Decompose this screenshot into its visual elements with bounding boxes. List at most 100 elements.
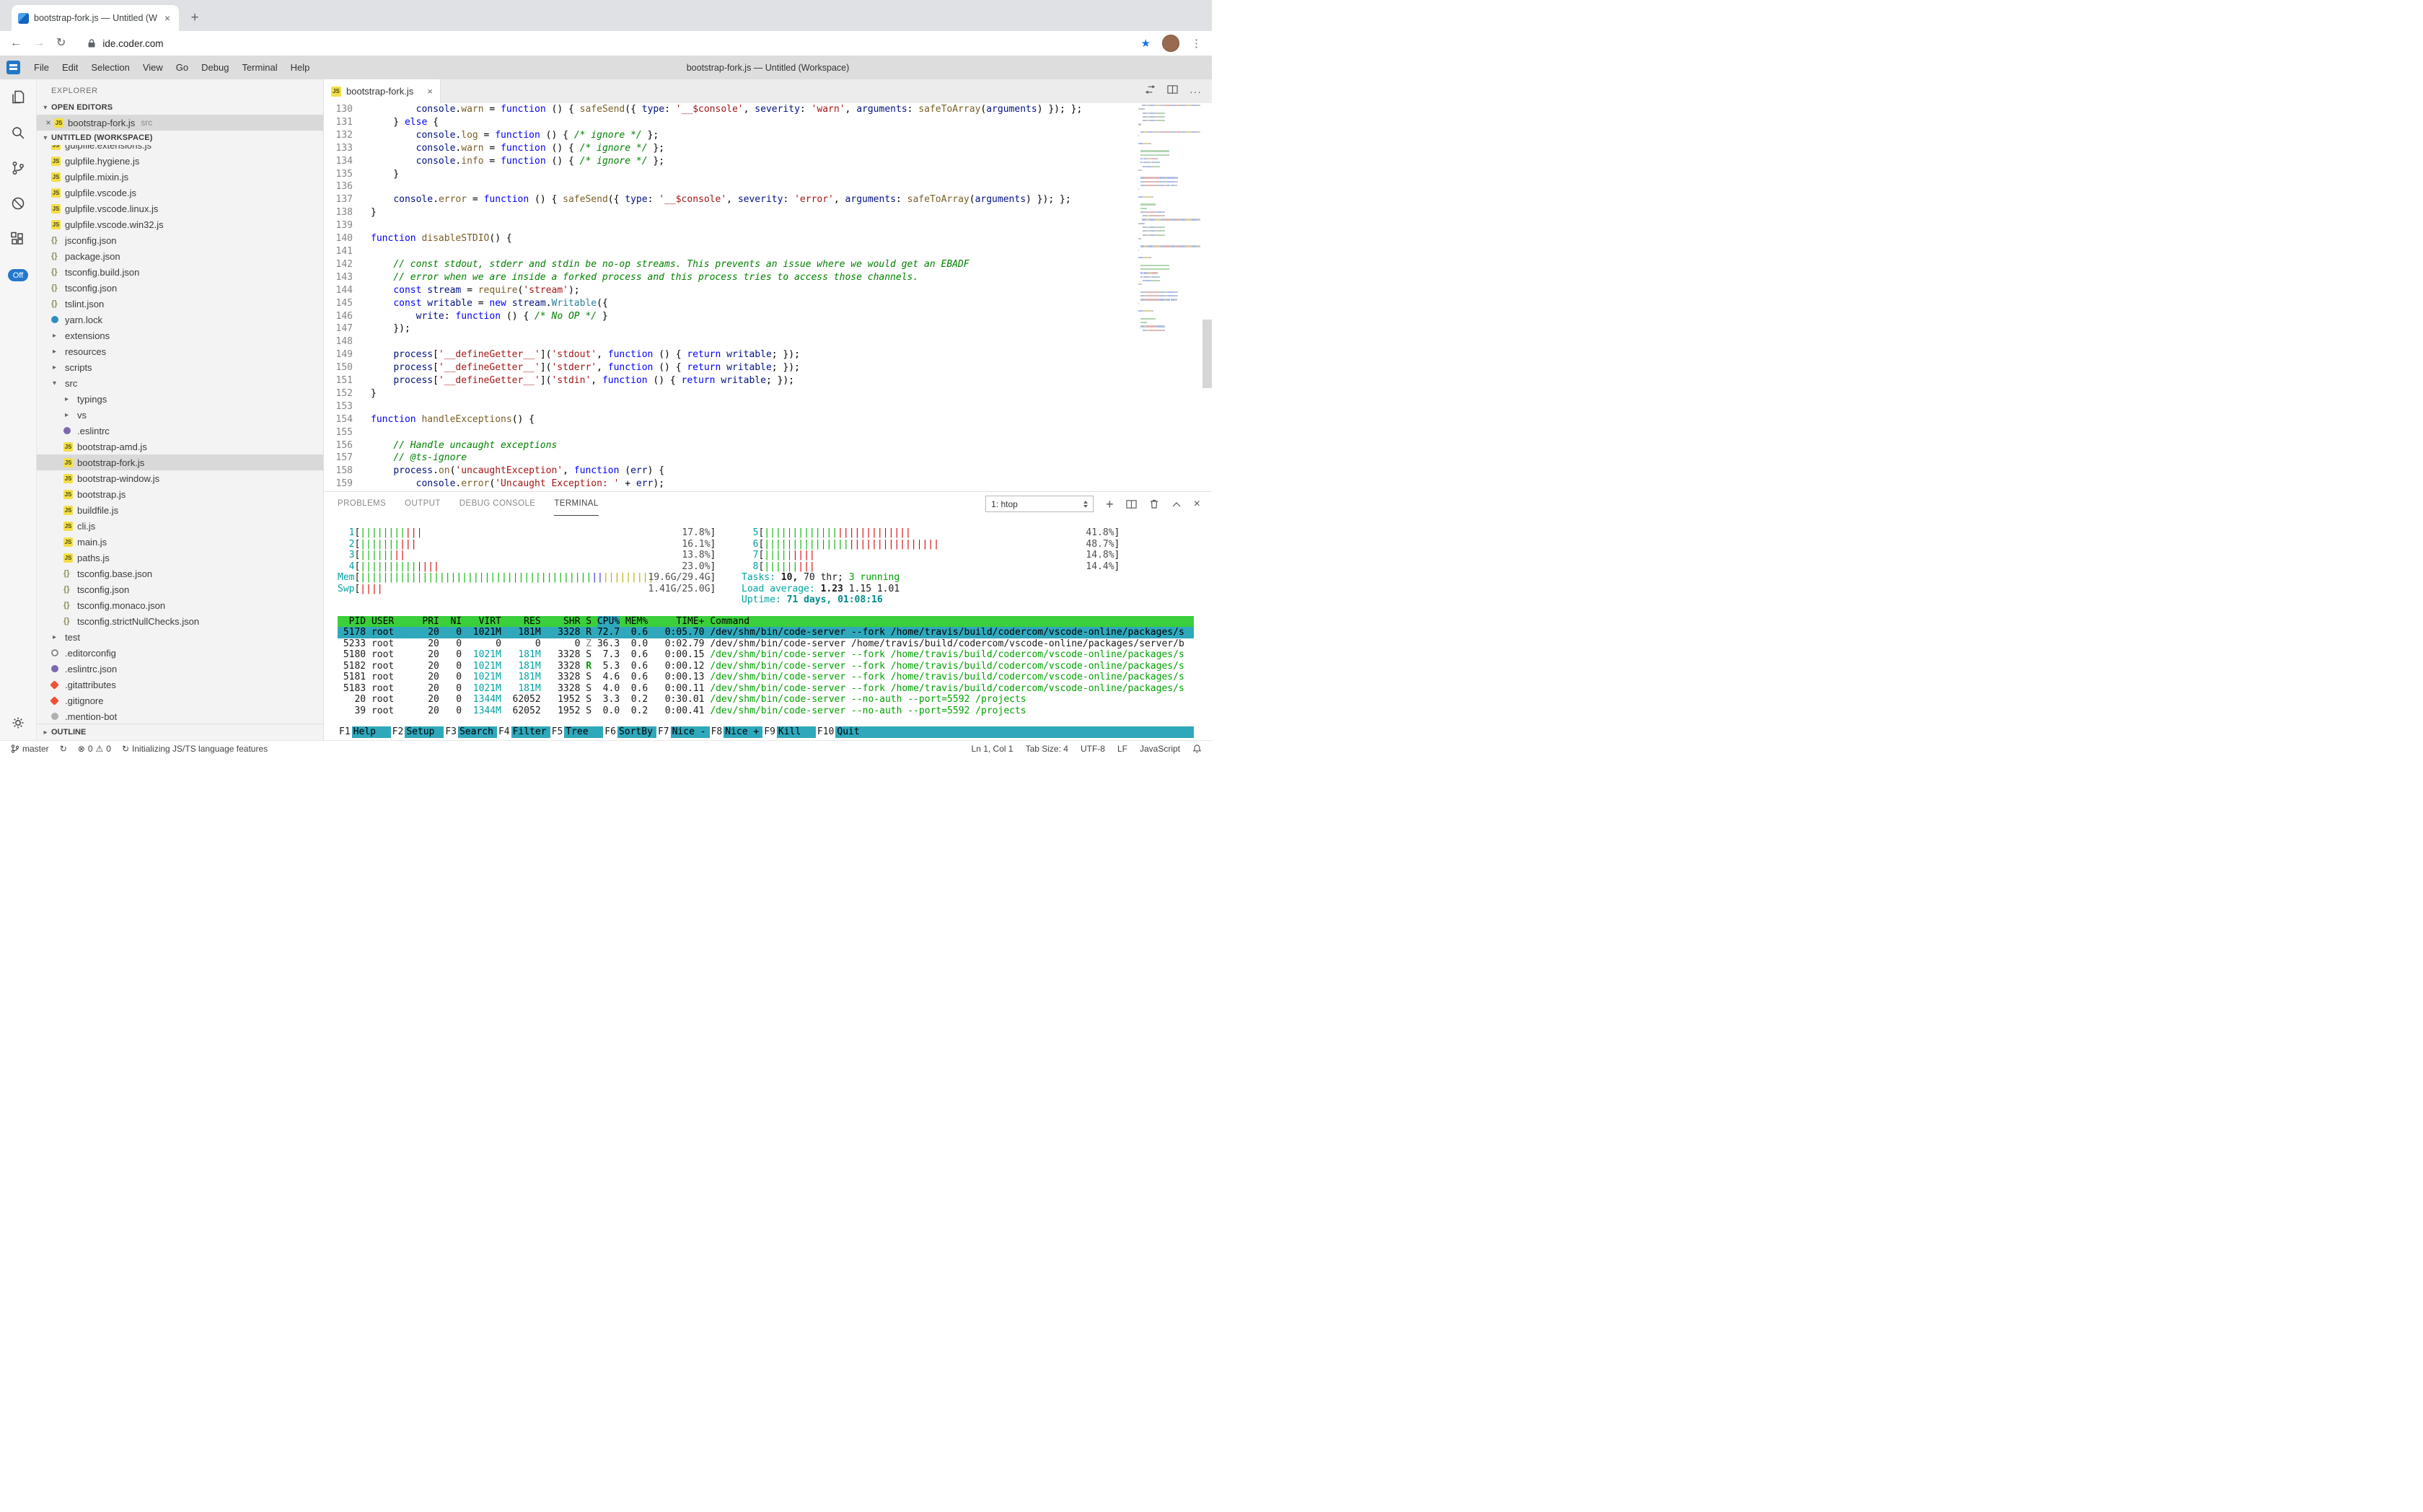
menu-go[interactable]: Go (170, 56, 195, 79)
panel-tab-problems[interactable]: PROBLEMS (338, 492, 386, 516)
menu-edit[interactable]: Edit (56, 56, 84, 79)
menu-selection[interactable]: Selection (84, 56, 136, 79)
branch-indicator[interactable]: master (10, 744, 49, 754)
tree-item[interactable]: .eslintrc.json (37, 661, 323, 677)
tree-item[interactable]: JSpaths.js (37, 550, 323, 566)
browser-avatar[interactable] (1162, 35, 1179, 52)
new-terminal-icon[interactable]: + (1106, 498, 1114, 511)
htop-col-cmd[interactable]: Command (710, 616, 1194, 628)
tree-item[interactable]: .gitattributes (37, 677, 323, 693)
close-panel-icon[interactable]: × (1194, 498, 1200, 510)
back-icon[interactable]: ← (10, 38, 22, 49)
panel-tab-terminal[interactable]: TERMINAL (554, 492, 598, 516)
indent-indicator[interactable]: Tab Size: 4 (1026, 744, 1068, 754)
maximize-panel-icon[interactable] (1171, 501, 1182, 508)
panel-tab-output[interactable]: OUTPUT (405, 492, 441, 516)
tree-item[interactable]: JSgulpfile.vscode.js (37, 185, 323, 201)
fkey-num[interactable]: F8 (710, 726, 724, 738)
process-row[interactable]: 5183root2001021M181M3328S4.00.60:00.11/d… (338, 683, 1194, 695)
extensions-icon[interactable] (0, 221, 36, 256)
tree-item[interactable]: {}jsconfig.json (37, 232, 323, 248)
code-editor[interactable]: 130 console.warn = function () { safeSen… (324, 103, 1212, 491)
htop-col-mem[interactable]: MEM% (625, 616, 648, 628)
fkey-num[interactable]: F5 (550, 726, 565, 738)
process-row[interactable]: 39root2001344M620521952S0.00.20:00.41/de… (338, 706, 1194, 717)
tree-item[interactable]: ▸typings (37, 391, 323, 407)
tab-close-icon[interactable]: × (162, 12, 172, 24)
tree-item[interactable]: JSbootstrap-fork.js (37, 454, 323, 470)
toggle-changes-icon[interactable] (1145, 84, 1156, 98)
tree-item[interactable]: JSgulpfile.extensions.js (37, 145, 323, 153)
browser-tab[interactable]: bootstrap-fork.js — Untitled (W × (12, 5, 179, 31)
tree-item[interactable]: yarn.lock (37, 312, 323, 328)
fkey-label[interactable]: Setup (405, 726, 444, 738)
terminal-selector[interactable]: 1: htop (985, 496, 1094, 512)
tree-item[interactable]: JSgulpfile.vscode.win32.js (37, 216, 323, 232)
terminal[interactable]: 1[|||||||||||17.8%]5[|||||||||||||||||||… (324, 516, 1212, 740)
language-indicator[interactable]: JavaScript (1140, 744, 1180, 754)
problems-indicator[interactable]: ⊗ 0 ⚠ 0 (78, 744, 111, 754)
process-row[interactable]: 5233root200000Z36.30.00:02.79/dev/shm/bi… (338, 638, 1194, 650)
panel-tab-debug-console[interactable]: DEBUG CONSOLE (459, 492, 536, 516)
tree-item[interactable]: {}tsconfig.base.json (37, 566, 323, 581)
sync-button[interactable]: ↻ (60, 744, 67, 754)
tree-item[interactable]: {}tsconfig.build.json (37, 264, 323, 280)
fkey-num[interactable]: F9 (762, 726, 777, 738)
htop-col-ni[interactable]: NI (445, 616, 462, 628)
fkey-num[interactable]: F1 (338, 726, 352, 738)
fkey-label[interactable]: Search (458, 726, 497, 738)
explorer-icon[interactable] (0, 79, 36, 115)
fkey-num[interactable]: F2 (391, 726, 405, 738)
settings-gear-icon[interactable] (0, 705, 36, 740)
editor-tab[interactable]: JS bootstrap-fork.js × (324, 79, 441, 103)
encoding-indicator[interactable]: UTF-8 (1081, 744, 1105, 754)
htop-col-shr[interactable]: SHR (546, 616, 580, 628)
editor-scrollbar[interactable] (1202, 320, 1212, 388)
process-row[interactable]: 20root2001344M620521952S3.30.20:30.01/de… (338, 694, 1194, 706)
bookmark-star-icon[interactable]: ★ (1141, 37, 1151, 50)
htop-col-virt[interactable]: VIRT (467, 616, 501, 628)
process-row[interactable]: 5178root2001021M181M3328R72.70.60:05.70/… (338, 627, 1194, 638)
tree-item[interactable]: {}tslint.json (37, 296, 323, 312)
tree-item[interactable]: JSbootstrap.js (37, 486, 323, 502)
tree-item[interactable]: ▾src (37, 375, 323, 391)
process-row[interactable]: 5181root2001021M181M3328S4.60.60:00.13/d… (338, 672, 1194, 683)
tree-item[interactable]: ▸test (37, 629, 323, 645)
fkey-num[interactable]: F7 (656, 726, 671, 738)
browser-menu-icon[interactable]: ⋮ (1191, 37, 1202, 50)
source-control-icon[interactable] (0, 150, 36, 185)
open-editors-header[interactable]: ▾ OPEN EDITORS (37, 100, 323, 115)
fkey-label[interactable]: Nice + (724, 726, 762, 738)
more-actions-icon[interactable]: ··· (1189, 86, 1202, 97)
tree-item[interactable]: {}tsconfig.json (37, 581, 323, 597)
minimap[interactable] (1138, 105, 1200, 333)
htop-col-time[interactable]: TIME+ (654, 616, 704, 628)
fkey-num[interactable]: F3 (444, 726, 458, 738)
htop-col-pri[interactable]: PRI (422, 616, 439, 628)
tree-item[interactable]: JSmain.js (37, 534, 323, 550)
address-bar[interactable]: ide.coder.com (77, 38, 1129, 49)
tree-item[interactable]: ▸scripts (37, 359, 323, 375)
fkey-label[interactable]: Help (352, 726, 391, 738)
process-row[interactable]: 5182root2001021M181M3328R5.30.60:00.12/d… (338, 661, 1194, 672)
tree-item[interactable]: JSbootstrap-window.js (37, 470, 323, 486)
fkey-label[interactable]: SortBy (617, 726, 656, 738)
htop-col-pid[interactable]: PID (338, 616, 366, 628)
htop-col-cpu[interactable]: CPU% (597, 616, 620, 628)
off-toggle-badge[interactable]: Off (8, 269, 28, 281)
tree-item[interactable]: .editorconfig (37, 645, 323, 661)
debug-icon[interactable] (0, 185, 36, 221)
notifications-bell[interactable] (1192, 744, 1202, 754)
tree-item[interactable]: JSbootstrap-amd.js (37, 439, 323, 454)
split-editor-icon[interactable] (1167, 84, 1178, 98)
htop-col-user[interactable]: USER (371, 616, 422, 628)
fkey-label[interactable]: Kill (777, 726, 816, 738)
tree-item[interactable]: JScli.js (37, 518, 323, 534)
open-editor-item[interactable]: × JS bootstrap-fork.js src (37, 115, 323, 131)
fkey-label[interactable]: Filter (511, 726, 550, 738)
menu-view[interactable]: View (136, 56, 170, 79)
workspace-header[interactable]: ▾ UNTITLED (WORKSPACE) (37, 131, 323, 145)
menu-debug[interactable]: Debug (195, 56, 235, 79)
tree-item[interactable]: .gitignore (37, 693, 323, 708)
kill-terminal-icon[interactable] (1149, 498, 1159, 509)
